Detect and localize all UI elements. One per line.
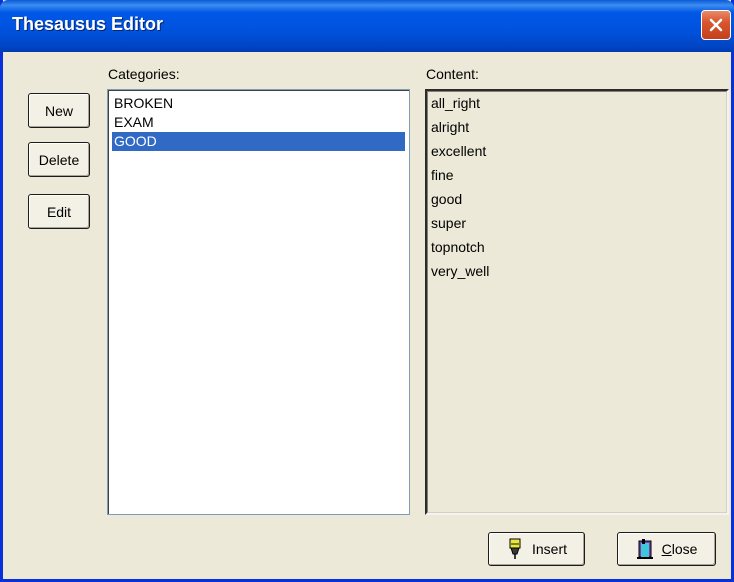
new-button[interactable]: New <box>28 93 90 128</box>
close-button-label: Close <box>662 541 698 557</box>
pen-insert-icon <box>509 538 521 559</box>
content-list[interactable]: all_right alright excellent fine good su… <box>425 89 729 515</box>
category-item-selected[interactable]: GOOD <box>112 132 405 151</box>
close-icon <box>709 18 723 32</box>
category-item[interactable]: BROKEN <box>112 94 405 113</box>
categories-label: Categories: <box>108 66 180 82</box>
content-item[interactable]: alright <box>431 119 469 135</box>
title-close-button[interactable] <box>701 10 731 40</box>
title-bar[interactable]: Thesausus Editor <box>0 0 734 52</box>
categories-listbox[interactable]: BROKEN EXAM GOOD <box>107 89 410 515</box>
close-mnemonic: C <box>661 541 672 557</box>
content-item[interactable]: good <box>431 191 462 207</box>
insert-button[interactable]: Insert <box>488 532 585 566</box>
category-item[interactable]: EXAM <box>112 113 405 132</box>
content-item[interactable]: topnotch <box>431 239 485 255</box>
content-item[interactable]: excellent <box>431 143 486 159</box>
content-item[interactable]: all_right <box>431 95 480 111</box>
window-title: Thesausus Editor <box>12 14 164 34</box>
close-button[interactable]: Close <box>617 532 716 566</box>
content-item[interactable]: super <box>431 215 466 231</box>
edit-button[interactable]: Edit <box>28 194 90 229</box>
delete-button[interactable]: Delete <box>28 142 90 177</box>
thesaurus-editor-window: Thesausus Editor New Delete Edit Categor… <box>0 0 734 582</box>
content-label: Content: <box>426 66 479 82</box>
door-close-icon <box>636 539 653 559</box>
content-item[interactable]: fine <box>431 167 454 183</box>
close-label-rest: lose <box>671 541 698 557</box>
insert-button-label: Insert <box>531 541 567 557</box>
content-item[interactable]: very_well <box>431 263 489 279</box>
